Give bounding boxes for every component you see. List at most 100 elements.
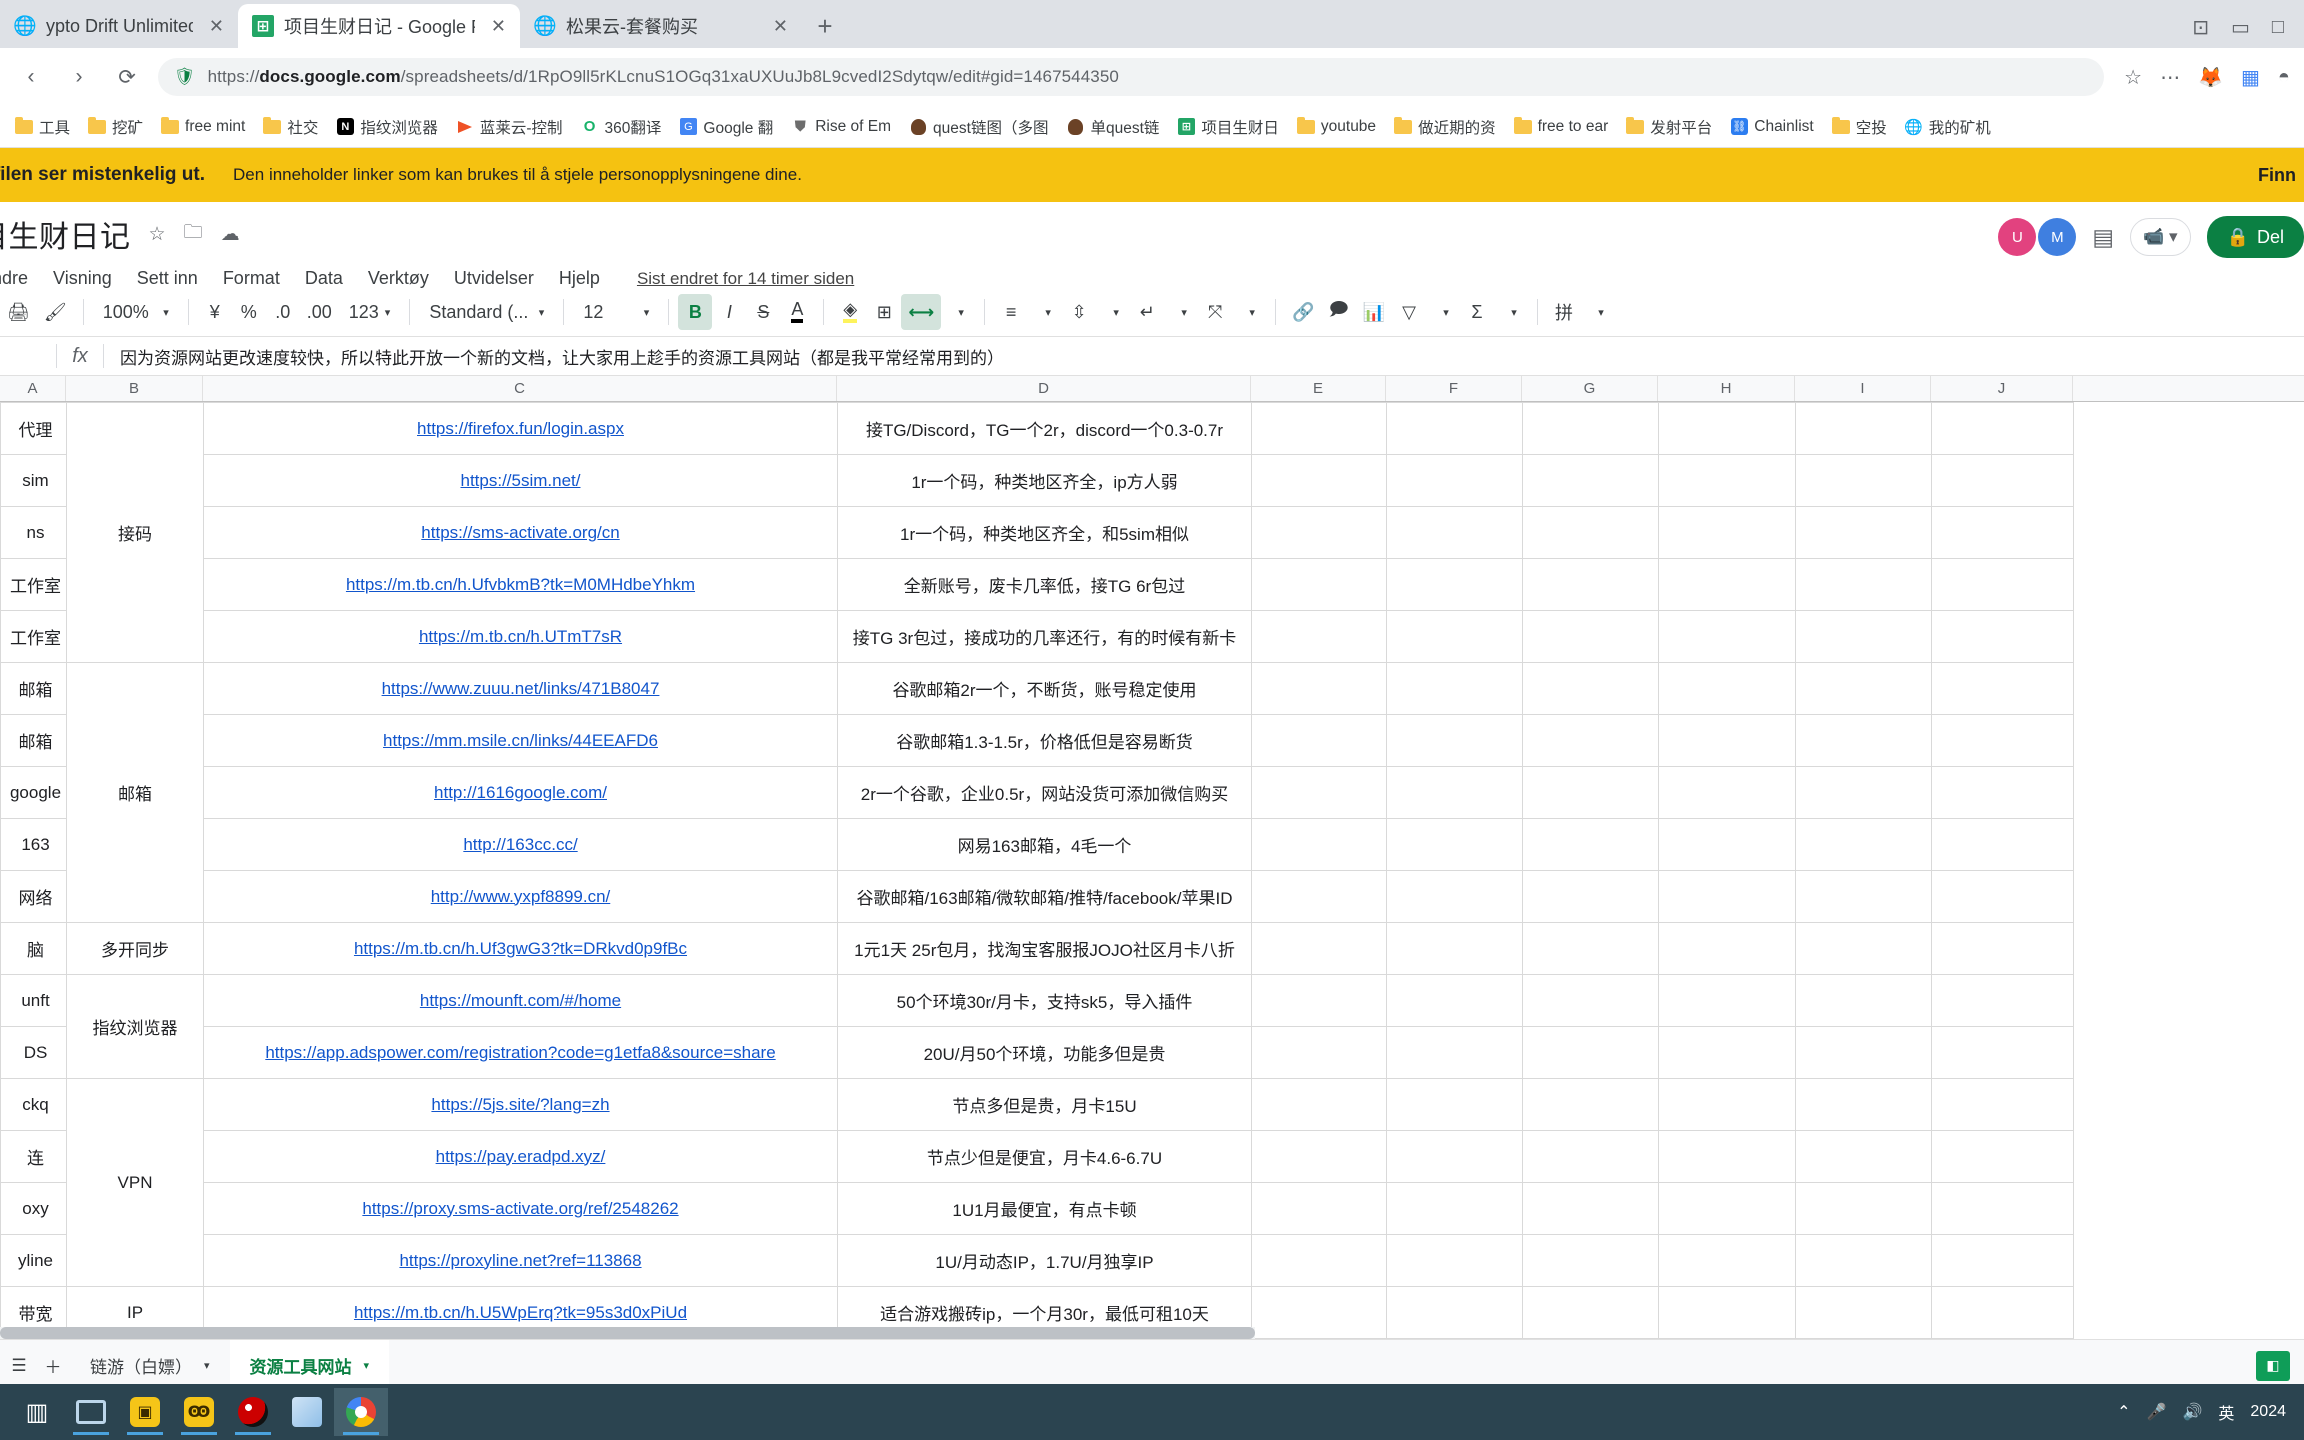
bookmark-item[interactable]: 蓝莱云-控制 (449, 112, 570, 142)
cell-a[interactable]: oxy (0, 1182, 67, 1235)
cell-empty[interactable] (1931, 662, 2074, 715)
cell-description[interactable]: 谷歌邮箱1.3-1.5r，价格低但是容易断货 (837, 714, 1252, 767)
merge-cells-icon[interactable]: ⟷ (901, 294, 942, 330)
cell-empty[interactable] (1386, 1078, 1523, 1131)
table-row[interactable]: ckq VPN https://5js.site/?lang=zh 节点多但是贵，月卡… (0, 1078, 2074, 1287)
cell-link[interactable]: https://5sim.net/ (203, 454, 838, 507)
cell-empty[interactable] (1795, 974, 1932, 1027)
cell-a[interactable]: 代理 (0, 402, 67, 455)
table-row[interactable]: 脑多开同步 https://m.tb.cn/h.Uf3gwG3?tk=DRkvd0… (0, 922, 2074, 975)
cell-empty[interactable] (1386, 610, 1523, 663)
valign-dropdown-icon[interactable]: ▾ (1096, 294, 1130, 330)
cell-empty[interactable] (1522, 1026, 1659, 1079)
hyperlink[interactable]: http://163cc.cc/ (463, 835, 577, 854)
cell-link[interactable]: https://5js.site/?lang=zh (203, 1078, 838, 1131)
cell-empty[interactable] (1931, 610, 2074, 663)
bookmark-item[interactable]: 工具 (8, 112, 77, 142)
cell-empty[interactable] (1795, 870, 1932, 923)
menu-item-verktøy[interactable]: Verktøy (366, 266, 431, 291)
cell-a[interactable]: ns (0, 506, 67, 559)
add-sheet-icon[interactable]: ＋ (36, 1348, 70, 1384)
cell-empty[interactable] (1658, 1078, 1796, 1131)
filter-dropdown-icon[interactable]: ▾ (1426, 294, 1460, 330)
cell-empty[interactable] (1658, 766, 1796, 819)
cell-empty[interactable] (1931, 818, 2074, 871)
font-select[interactable]: Standard (... ▾ (419, 294, 554, 330)
hyperlink[interactable]: https://sms-activate.org/cn (421, 523, 619, 542)
cell-a[interactable]: DS (0, 1026, 67, 1079)
reload-icon[interactable]: ⟳ (110, 60, 144, 94)
cell-empty[interactable] (1658, 714, 1796, 767)
cell-empty[interactable] (1795, 1130, 1932, 1183)
close-icon[interactable]: ✕ (491, 16, 506, 37)
table-row[interactable]: 网络 http://www.yxpf8899.cn/谷歌邮箱/163邮箱/微软邮箱… (0, 870, 2074, 923)
cell-empty[interactable] (1931, 974, 2074, 1027)
insert-comment-icon[interactable]: 🗩 (1322, 294, 1356, 330)
table-row[interactable]: 163 http://163cc.cc/网易163邮箱，4毛一个 (0, 818, 2074, 871)
table-row[interactable]: ns https://sms-activate.org/cn 1r一个码，种类地区齐… (0, 506, 2074, 559)
cell-empty[interactable] (1931, 1286, 2074, 1339)
extension-icon[interactable]: 🦊 (2198, 65, 2223, 90)
cell-category[interactable]: 接码 (66, 402, 204, 663)
cell-a[interactable]: google (0, 766, 67, 819)
forward-icon[interactable]: › (62, 60, 96, 94)
bookmark-item[interactable]: youtube (1290, 114, 1383, 140)
table-row[interactable]: DS https://app.adspower.com/registration?… (0, 1026, 2074, 1079)
cell-a[interactable]: ckq (0, 1078, 67, 1131)
column-header-H[interactable]: H (1658, 376, 1795, 401)
cell-description[interactable]: 谷歌邮箱/163邮箱/微软邮箱/推特/facebook/苹果ID (837, 870, 1252, 923)
browser-tab-3[interactable]: 🌐 松果云-套餐购买 ✕ (520, 4, 802, 48)
cell-empty[interactable] (1251, 922, 1387, 975)
cell-empty[interactable] (1522, 1130, 1659, 1183)
cell-empty[interactable] (1931, 1078, 2074, 1131)
merge-dropdown-icon[interactable]: ▾ (941, 294, 975, 330)
cell-empty[interactable] (1522, 1078, 1659, 1131)
strikethrough-button[interactable]: S (746, 294, 780, 330)
cell-empty[interactable] (1795, 402, 1932, 455)
cell-description[interactable]: 1元1天 25r包月，找淘宝客服报JOJO社区月卡八折 (837, 922, 1252, 975)
horizontal-scrollbar[interactable] (0, 1327, 1255, 1339)
cell-link[interactable]: https://m.tb.cn/h.UTmT7sR (203, 610, 838, 663)
cell-empty[interactable] (1658, 454, 1796, 507)
cell-description[interactable]: 谷歌邮箱2r一个，不断货，账号稳定使用 (837, 662, 1252, 715)
increase-decimal-button[interactable]: .00 (300, 294, 339, 330)
app-yellow2-icon[interactable]: Ꙭ (172, 1388, 226, 1436)
cell-empty[interactable] (1658, 1130, 1796, 1183)
cell-empty[interactable] (1386, 766, 1523, 819)
bookmark-item[interactable]: N 指纹浏览器 (329, 112, 445, 142)
cell-empty[interactable] (1658, 1286, 1796, 1339)
cell-empty[interactable] (1931, 1130, 2074, 1183)
bold-button[interactable]: B (678, 294, 713, 330)
cell-link[interactable]: https://m.tb.cn/h.UfvbkmB?tk=M0MHdbeYhkm (203, 558, 838, 611)
bookmark-item[interactable]: quest链图（多图 (902, 112, 1055, 142)
table-row[interactable]: sim https://5sim.net/1r一个码，种类地区齐全，ip方人弱 (0, 454, 2074, 507)
currency-format-button[interactable]: ¥ (198, 294, 232, 330)
screencast-icon[interactable]: ⊡ (2192, 15, 2209, 40)
cell-empty[interactable] (1386, 1234, 1523, 1287)
cell-empty[interactable] (1522, 402, 1659, 455)
minimize-icon[interactable]: ▭ (2231, 15, 2250, 40)
cell-description[interactable]: 节点少但是便宜，月卡4.6-6.7U (837, 1130, 1252, 1183)
cell-description[interactable]: 全新账号，废卡几率低，接TG 6r包过 (837, 558, 1252, 611)
cell-link[interactable]: https://mounft.com/#/home (203, 974, 838, 1027)
warning-action-link[interactable]: Finn (2258, 165, 2296, 186)
table-row[interactable]: 邮箱 https://mm.msile.cn/links/44EEAFD6 谷歌邮箱… (0, 714, 2074, 767)
cell-empty[interactable] (1522, 974, 1659, 1027)
cell-empty[interactable] (1795, 1078, 1932, 1131)
number-format-select[interactable]: 123 ▾ (339, 294, 401, 330)
bookmark-item[interactable]: ⊞ 项目生财日 (1170, 112, 1286, 142)
explorer-icon[interactable] (64, 1388, 118, 1436)
cell-empty[interactable] (1658, 506, 1796, 559)
cell-empty[interactable] (1795, 506, 1932, 559)
column-header-J[interactable]: J (1931, 376, 2073, 401)
bookmark-item[interactable]: 挖矿 (81, 112, 150, 142)
bookmark-item[interactable]: G Google 翻 (672, 112, 780, 142)
cell-empty[interactable] (1931, 402, 2074, 455)
cell-description[interactable]: 1r一个码，种类地区齐全，和5sim相似 (837, 506, 1252, 559)
cell-empty[interactable] (1795, 1026, 1932, 1079)
last-edit-text[interactable]: Sist endret for 14 timer siden (637, 269, 854, 289)
star-icon[interactable]: ☆ (149, 223, 166, 246)
cell-empty[interactable] (1251, 766, 1387, 819)
column-header-A[interactable]: A (0, 376, 66, 401)
cell-empty[interactable] (1931, 558, 2074, 611)
